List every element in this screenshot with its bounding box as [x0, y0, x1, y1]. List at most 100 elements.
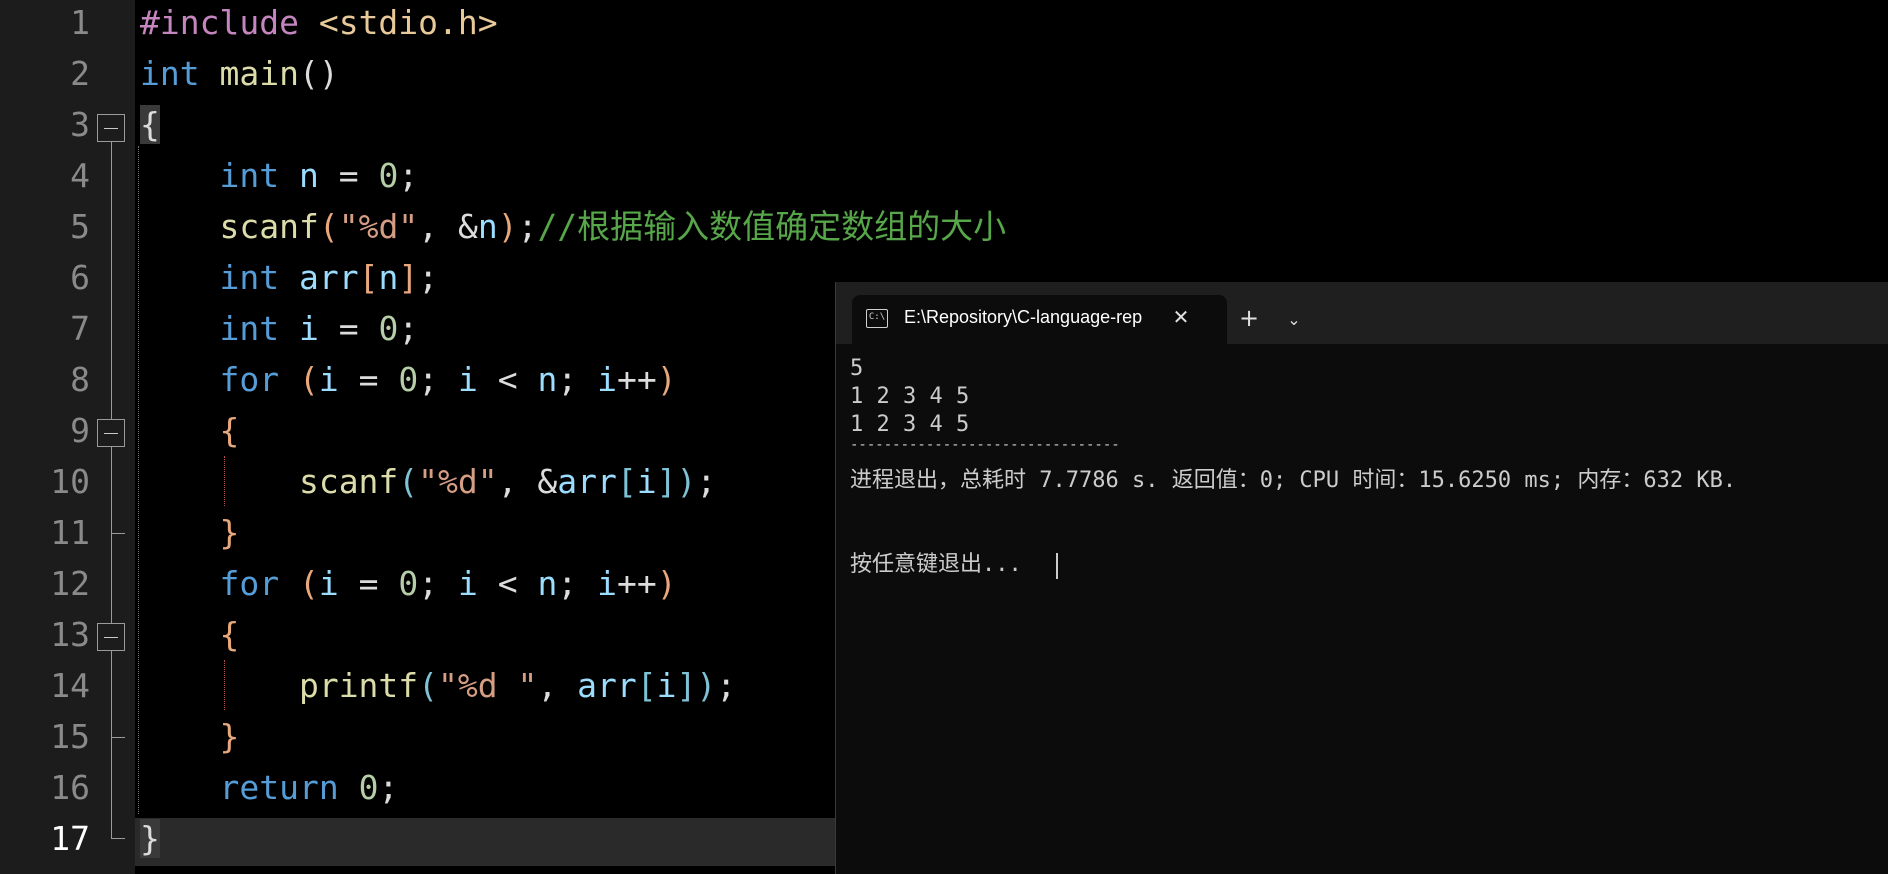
- chevron-down-icon[interactable]: ⌄: [1276, 302, 1312, 338]
- paren: (: [298, 360, 319, 399]
- brace: {: [219, 615, 240, 654]
- paren: ): [656, 360, 677, 399]
- operator: =: [338, 309, 359, 348]
- punctuation: ;: [716, 666, 737, 705]
- variable: n: [298, 156, 319, 195]
- punctuation: ;: [557, 360, 578, 399]
- variable: i: [597, 360, 617, 399]
- line-number: 8: [70, 360, 90, 399]
- variable: i: [656, 666, 677, 705]
- terminal-tab[interactable]: C:\ E:\Repository\C-language-rep ✕: [852, 295, 1227, 344]
- bracket: [: [358, 258, 379, 297]
- preprocessor-directive: #include: [140, 3, 299, 42]
- press-any-key-prompt: 按任意键退出...: [850, 552, 1022, 577]
- punctuation: ;: [557, 564, 578, 603]
- punctuation: ;: [418, 360, 439, 399]
- line-number: 14: [50, 666, 90, 705]
- punctuation: ;: [378, 768, 399, 807]
- code-line-14: printf("%d ", arr[i]);: [140, 660, 736, 711]
- code-line-8: for (i = 0; i < n; i++): [140, 354, 677, 405]
- line-number: 3: [70, 105, 90, 144]
- paren: ): [497, 207, 518, 246]
- fold-end-tick: [111, 737, 125, 738]
- line-number: 11: [50, 513, 90, 552]
- function-name: scanf: [219, 207, 319, 246]
- fold-toggle-icon[interactable]: [97, 623, 125, 651]
- number-literal: 0: [398, 564, 419, 603]
- variable: i: [457, 564, 478, 603]
- code-line-10: scanf("%d", &arr[i]);: [140, 456, 716, 507]
- number-literal: 0: [358, 768, 379, 807]
- fold-toggle-icon[interactable]: [97, 419, 125, 447]
- line-number: 10: [50, 462, 90, 501]
- keyword: for: [219, 564, 280, 603]
- code-line-3: {: [140, 99, 160, 150]
- process-exit-summary: 进程退出，总耗时 7.7786 s. 返回值：0; CPU 时间：15.6250…: [850, 468, 1737, 493]
- function-name: printf: [298, 666, 419, 705]
- keyword: int: [219, 258, 280, 297]
- bracket: ]: [398, 258, 419, 297]
- code-comment: //根据输入数值确定数组的大小: [537, 207, 1007, 246]
- editor-gutter: 1 2 3 4 5 6 7 8 9 10 11 12 13 14 15 16 1…: [0, 0, 135, 874]
- code-line-1: #include <stdio.h>: [140, 0, 498, 48]
- line-number: 16: [50, 768, 90, 807]
- function-name: main: [219, 54, 299, 93]
- line-number-current: 17: [50, 819, 90, 858]
- code-line-5: scanf("%d", &n);//根据输入数值确定数组的大小: [140, 201, 1006, 252]
- number-literal: 0: [378, 309, 399, 348]
- line-number: 5: [70, 207, 90, 246]
- include-header: <stdio.h>: [318, 3, 498, 42]
- line-number: 15: [50, 717, 90, 756]
- code-line-6: int arr[n];: [140, 252, 438, 303]
- code-line-17: }: [140, 813, 160, 864]
- fold-end-tick: [111, 838, 125, 839]
- operator: &: [457, 207, 478, 246]
- keyword: int: [219, 309, 280, 348]
- fold-outline-main: [111, 142, 112, 839]
- operator: <: [497, 360, 518, 399]
- variable: i: [318, 360, 339, 399]
- scope-guide: [138, 146, 139, 814]
- paren: ): [676, 462, 697, 501]
- bracket: [: [616, 462, 637, 501]
- code-line-13: {: [140, 609, 239, 660]
- variable: i: [457, 360, 478, 399]
- punctuation: ,: [537, 666, 558, 705]
- punctuation: ;: [517, 207, 538, 246]
- matching-brace: {: [140, 105, 160, 144]
- line-number: 7: [70, 309, 90, 348]
- code-line-7: int i = 0;: [140, 303, 418, 354]
- matching-brace: }: [140, 819, 160, 858]
- operator: =: [358, 564, 379, 603]
- fold-toggle-icon[interactable]: [97, 114, 125, 142]
- paren: (: [318, 207, 339, 246]
- brace: }: [219, 513, 240, 552]
- variable: n: [477, 207, 498, 246]
- brace: }: [219, 717, 240, 756]
- terminal-window[interactable]: C:\ E:\Repository\C-language-rep ✕ + ⌄ 5…: [835, 282, 1888, 874]
- operator: ++: [616, 360, 657, 399]
- paren: (: [298, 564, 319, 603]
- punctuation: (): [298, 54, 339, 93]
- variable: i: [597, 564, 617, 603]
- code-line-16: return 0;: [140, 762, 398, 813]
- string-literal: "%d": [338, 207, 419, 246]
- paren: (: [418, 666, 439, 705]
- string-literal: "%d ": [438, 666, 538, 705]
- code-line-2: int main(): [140, 48, 339, 99]
- code-line-12: for (i = 0; i < n; i++): [140, 558, 676, 609]
- variable: n: [378, 258, 399, 297]
- brace: {: [219, 411, 240, 450]
- punctuation: ;: [418, 258, 439, 297]
- close-icon[interactable]: ✕: [1167, 303, 1195, 331]
- new-tab-button[interactable]: +: [1231, 302, 1267, 338]
- keyword: for: [219, 360, 280, 399]
- terminal-tab-bar: C:\ E:\Repository\C-language-rep ✕ + ⌄: [836, 282, 1888, 344]
- current-line-highlight: [135, 818, 835, 866]
- string-literal: "%d": [418, 462, 498, 501]
- bracket: ]: [676, 666, 697, 705]
- function-name: scanf: [298, 462, 399, 501]
- paren: (: [398, 462, 419, 501]
- line-number: 1: [70, 3, 90, 42]
- terminal-line: 5: [850, 356, 864, 381]
